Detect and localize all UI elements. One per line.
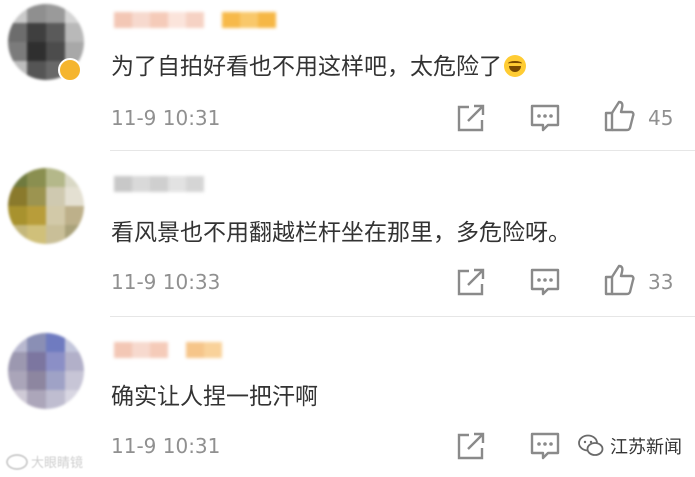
comment-icon[interactable]: [528, 429, 562, 463]
comment-timestamp: 11-9 10:31: [111, 434, 221, 458]
comment-text-content: 确实让人捏一把汗啊: [111, 384, 318, 410]
weibo-watermark-text: 大眼睛镜: [31, 456, 84, 471]
username[interactable]: [114, 342, 222, 358]
weibo-logo-icon: [6, 453, 28, 470]
news-watermark-text: 江苏新闻: [610, 437, 682, 458]
wechat-logo-icon: [578, 433, 604, 459]
avatar[interactable]: [8, 333, 84, 409]
share-icon[interactable]: [454, 429, 488, 463]
comment-text: 确实让人捏一把汗啊: [111, 382, 318, 412]
news-watermark: 江苏新闻: [578, 433, 682, 459]
comment-item: 确实让人捏一把汗啊 11-9 10:31: [0, 0, 695, 477]
weibo-watermark: 大眼睛镜: [6, 452, 83, 471]
